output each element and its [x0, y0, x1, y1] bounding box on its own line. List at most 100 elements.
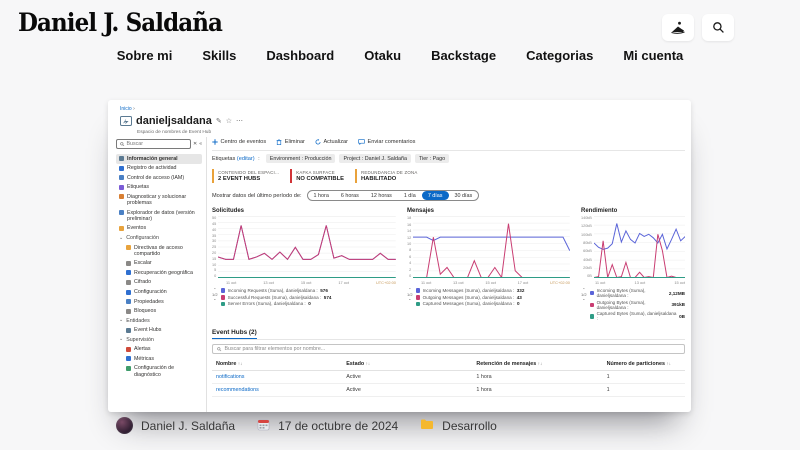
search-icon[interactable]	[702, 14, 734, 41]
sidebar-item-control-de-acceso-iam-[interactable]: Control de acceso (IAM)	[116, 173, 202, 183]
column-header-número-de-particiones[interactable]: Número de particiones↑↓	[607, 361, 681, 367]
legend-item[interactable]: Successful Requests (Suma), danieljsalda…	[221, 295, 332, 300]
legend-item[interactable]: Captured Bytes (Suma), danieljsaldana :0…	[590, 311, 685, 321]
author-avatar[interactable]	[116, 417, 133, 434]
sidebar-item-label: Directivas de acceso compartido	[134, 245, 199, 258]
legend-item[interactable]: Incoming Requests (Suma), danieljsaldana…	[221, 288, 332, 293]
nav-item-mi-cuenta[interactable]: Mi cuenta	[623, 48, 683, 63]
sidebar-item-etiquetas[interactable]: Etiquetas	[116, 183, 202, 193]
sidebar-item-métricas[interactable]: Métricas	[116, 354, 202, 364]
legend-item[interactable]: Server Errors (Suma), danieljsaldana :0	[221, 301, 332, 306]
period-option-7-días[interactable]: 7 días	[422, 191, 449, 200]
nav-item-categorias[interactable]: Categorias	[526, 48, 593, 63]
sidebar-item-bloqueos[interactable]: Bloqueos	[116, 306, 202, 316]
plot-area[interactable]	[413, 216, 570, 278]
skier-icon[interactable]	[662, 14, 694, 41]
sidebar-item-cifrado[interactable]: Cifrado	[116, 278, 202, 288]
site-logo[interactable]: Daniel J. Saldaña	[18, 8, 222, 37]
toolbar-centro-de-eventos[interactable]: Centro de eventos	[212, 139, 266, 145]
edit-pencil-icon[interactable]: ✎	[216, 117, 222, 125]
sidebar-item-explorador-de-datos-versión-preliminar-[interactable]: Explorador de datos (versión preliminar)	[116, 208, 202, 224]
sort-icon[interactable]: ↑↓	[538, 361, 543, 366]
sort-icon[interactable]: ↑↓	[238, 361, 243, 366]
legend-pager[interactable]: ⌃1/2⌄	[407, 288, 413, 306]
sidebar-item-configuración-de-diagnóstico[interactable]: Configuración de diagnóstico	[116, 364, 202, 380]
sort-icon[interactable]: ↑↓	[366, 361, 371, 366]
legend-pager[interactable]: ⌃1/2⌄	[212, 288, 218, 306]
menu-item-icon	[119, 175, 124, 180]
tag-pill[interactable]: Tier : Pago	[415, 154, 449, 163]
toolbar-enviar-comentarios[interactable]: Enviar comentarios	[358, 139, 415, 145]
table-filter-input[interactable]: Buscar para filtrar elementos por nombre…	[212, 344, 685, 354]
breadcrumb[interactable]: Inicio ›	[120, 106, 135, 112]
legend-item[interactable]: Outgoing Bytes (Suma), danieljsaldana :3…	[590, 300, 685, 310]
period-option-12-horas[interactable]: 12 horas	[365, 191, 398, 200]
sidebar-item-información-general[interactable]: Información general	[116, 154, 202, 164]
post-category[interactable]: Desarrollo	[442, 419, 497, 433]
sidebar-item-recuperación-geográfica[interactable]: Recuperación geográfica	[116, 268, 202, 278]
nav-item-dashboard[interactable]: Dashboard	[266, 48, 334, 63]
chevron-down-icon[interactable]: ⌄	[582, 297, 585, 301]
sidebar-item-supervisión[interactable]: ⌄Supervisión	[116, 335, 202, 345]
chevron-down-icon: ⌄	[119, 317, 123, 323]
column-header-estado[interactable]: Estado↑↓	[346, 361, 476, 367]
tag-pill[interactable]: Environment : Producción	[266, 154, 336, 163]
nav-item-otaku[interactable]: Otaku	[364, 48, 401, 63]
event-hub-link[interactable]: notifications	[216, 374, 346, 380]
toolbar-eliminar[interactable]: Eliminar	[276, 139, 305, 145]
sidebar-item-configuración[interactable]: ⌄Configuración	[116, 233, 202, 243]
sidebar-item-directivas-de-acceso-compartido[interactable]: Directivas de acceso compartido	[116, 243, 202, 259]
legend-item[interactable]: Incoming Bytes (Suma), danieljsaldana :2…	[590, 288, 685, 298]
sidebar-item-label: Cifrado	[134, 279, 151, 285]
tab-event-hubs[interactable]: Event Hubs (2)	[212, 329, 257, 339]
sidebar-item-registro-de-actividad[interactable]: Registro de actividad	[116, 164, 202, 174]
sort-icon[interactable]: ↑↓	[666, 361, 671, 366]
y-tick-label: 8	[409, 248, 411, 252]
legend-item[interactable]: Captured Messages (Suma), danieljsaldana…	[416, 301, 525, 306]
search-icon	[120, 142, 125, 147]
y-tick-label: 120kB	[581, 224, 592, 228]
period-option-30-días[interactable]: 30 días	[449, 191, 479, 200]
tag-pill[interactable]: Project : Daniel J. Saldaña	[339, 154, 411, 163]
column-header-retención-de-mensajes[interactable]: Retención de mensajes↑↓	[476, 361, 606, 367]
legend-pager[interactable]: ⌃1/2⌄	[581, 288, 587, 321]
calendar-icon	[257, 418, 270, 434]
period-option-6-horas[interactable]: 6 horas	[335, 191, 365, 200]
toolbar-actualizar[interactable]: Actualizar	[315, 139, 348, 145]
sidebar-item-diagnosticar-y-solucionar-problemas[interactable]: Diagnosticar y solucionar problemas	[116, 192, 202, 208]
event-hub-link[interactable]: recommendations	[216, 387, 346, 393]
sidebar-item-configuración[interactable]: Configuración	[116, 287, 202, 297]
more-options-icon[interactable]: ⋯	[236, 117, 243, 125]
tags-edit-link[interactable]: (editar)	[237, 156, 255, 162]
period-option-1-hora[interactable]: 1 hora	[308, 191, 335, 200]
nav-item-skills[interactable]: Skills	[202, 48, 236, 63]
legend-item[interactable]: Incoming Messages (Suma), danieljsaldana…	[416, 288, 525, 293]
favorite-star-icon[interactable]: ☆	[226, 117, 232, 125]
sidebar-item-entidades[interactable]: ⌄Entidades	[116, 316, 202, 326]
chevron-down-icon[interactable]: ⌄	[408, 297, 411, 301]
menu-item-icon	[119, 226, 124, 231]
chevron-down-icon[interactable]: ⌄	[213, 297, 216, 301]
menu-item-icon	[126, 309, 131, 314]
post-date: 17 de octubre de 2024	[278, 419, 398, 433]
plot-area[interactable]	[218, 216, 396, 278]
period-option-1-día[interactable]: 1 día	[398, 191, 422, 200]
sidebar-item-alertas[interactable]: Alertas	[116, 345, 202, 355]
sidebar-item-escalar[interactable]: Escalar	[116, 259, 202, 269]
collapse-icon[interactable]: «	[199, 141, 202, 147]
sidebar-item-event-hubs[interactable]: Event Hubs	[116, 326, 202, 336]
legend-label: Captured Bytes (Suma), danieljsaldana :	[597, 311, 677, 321]
nav-item-backstage[interactable]: Backstage	[431, 48, 496, 63]
legend-item[interactable]: Outgoing Messages (Suma), danieljsaldana…	[416, 295, 525, 300]
sidebar-search-input[interactable]: Buscar	[116, 139, 191, 149]
column-header-nombre[interactable]: Nombre↑↓	[216, 361, 346, 367]
info-box-title: CONTENIDO DEL ESPACI...	[218, 170, 279, 175]
sidebar-item-eventos[interactable]: Eventos	[116, 224, 202, 234]
author-name[interactable]: Daniel J. Saldaña	[141, 419, 235, 433]
clear-icon[interactable]: ✕	[193, 141, 197, 147]
y-tick-label: 25	[212, 245, 216, 249]
legend-swatch	[416, 302, 421, 307]
sidebar-item-propiedades[interactable]: Propiedades	[116, 297, 202, 307]
nav-item-sobre-mi[interactable]: Sobre mi	[117, 48, 173, 63]
plot-area[interactable]	[594, 216, 685, 278]
